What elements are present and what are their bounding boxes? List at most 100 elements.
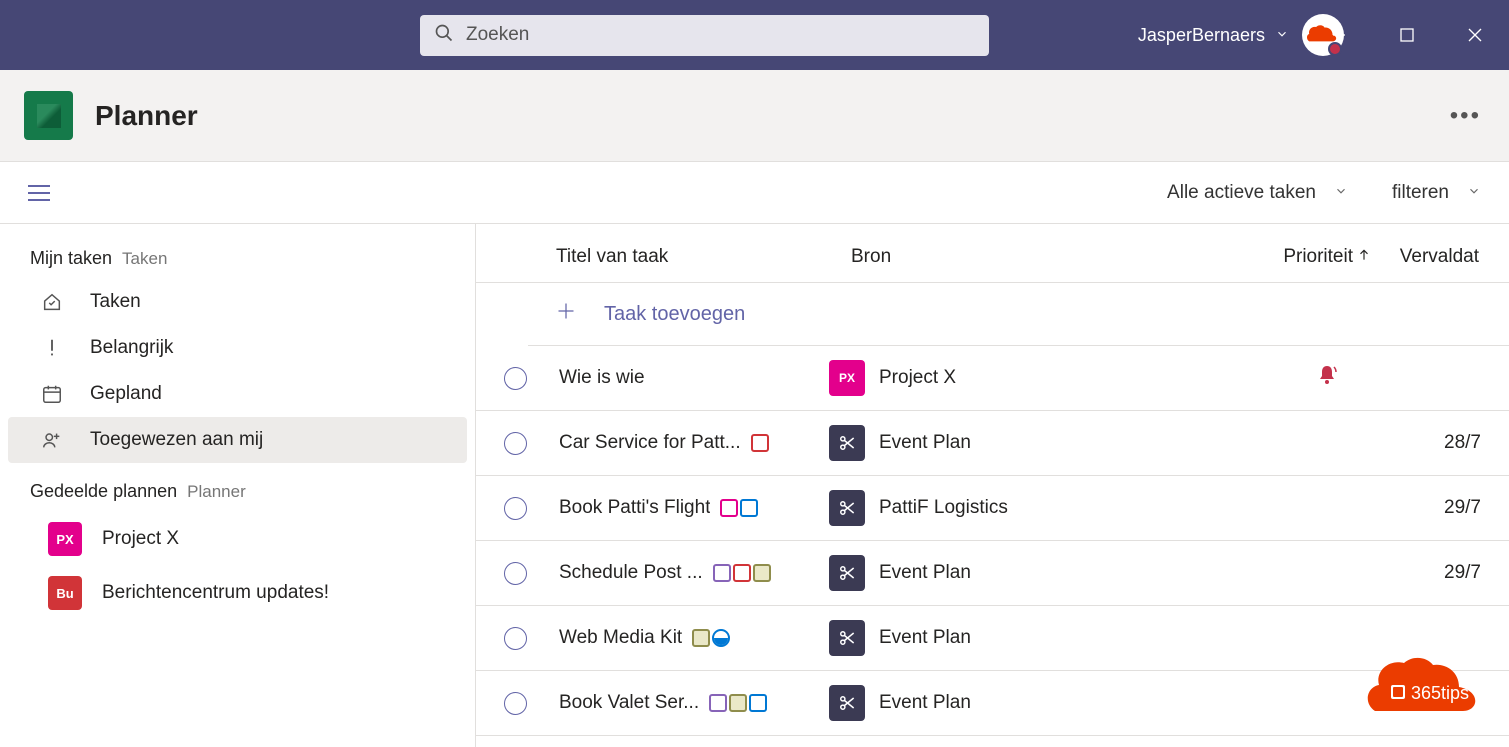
source-name: Event Plan (879, 562, 971, 584)
task-row[interactable]: Book Patti's FlightPattiF Logistics29/7 (476, 476, 1509, 541)
sidebar-item-assigned[interactable]: Toegewezen aan mij (8, 417, 467, 463)
task-title: Schedule Post ... (559, 562, 703, 584)
hamburger-button[interactable] (28, 185, 50, 201)
task-source-cell: Event Plan (829, 425, 1209, 461)
window-controls (1305, 0, 1509, 70)
col-priority-label: Prioriteit (1283, 246, 1353, 268)
complete-toggle[interactable] (504, 692, 527, 715)
source-badge (829, 685, 865, 721)
category-tag (692, 629, 710, 647)
dropdown-label: Alle actieve taken (1167, 182, 1316, 204)
more-button[interactable]: ••• (1450, 102, 1481, 130)
task-row[interactable]: Book Valet Ser... Event Plan (476, 671, 1509, 736)
section-subtitle: Taken (122, 249, 167, 269)
sidebar-item-label: Toegewezen aan mij (90, 429, 263, 451)
source-badge (829, 490, 865, 526)
task-source-cell: Event Plan (829, 555, 1209, 591)
plan-item-project-x[interactable]: PX Project X (8, 512, 467, 566)
add-task-label: Taak toevoegen (604, 303, 745, 326)
task-row[interactable]: Car Service for Patt...Event Plan28/7 (476, 411, 1509, 476)
task-source-cell: PattiF Logistics (829, 490, 1209, 526)
filter-dropdown[interactable]: filteren (1392, 182, 1481, 204)
important-icon (40, 337, 64, 359)
task-tags (692, 629, 730, 647)
category-tag (720, 499, 738, 517)
search-icon (434, 23, 454, 48)
app-title: Planner (95, 100, 198, 132)
user-menu[interactable]: JasperBernaers (1138, 25, 1289, 46)
task-tags (713, 564, 771, 582)
task-tags (751, 434, 769, 452)
chevron-down-icon (1467, 182, 1481, 204)
sidebar-item-label: Belangrijk (90, 337, 173, 359)
task-row[interactable]: Schedule Post ...Event Plan29/7 (476, 541, 1509, 606)
minimize-button[interactable] (1305, 0, 1373, 70)
user-name: JasperBernaers (1138, 25, 1265, 46)
search-box[interactable] (420, 15, 989, 56)
task-priority-cell (1209, 363, 1339, 393)
source-name: Event Plan (879, 432, 971, 454)
plan-label: Berichtencentrum updates! (102, 582, 329, 604)
category-tag (740, 499, 758, 517)
task-header-row: Titel van taak Bron Prioriteit Vervaldat (476, 224, 1509, 283)
source-badge (829, 620, 865, 656)
planner-app-icon (24, 91, 73, 140)
task-row[interactable]: Web Media Kit Event Plan (476, 606, 1509, 671)
task-title-cell: Book Patti's Flight (559, 497, 829, 519)
complete-toggle[interactable] (504, 562, 527, 585)
col-due[interactable]: Vervaldat (1371, 246, 1509, 268)
search-input[interactable] (466, 24, 975, 46)
active-tasks-dropdown[interactable]: Alle actieve taken (1167, 182, 1348, 204)
task-title: Web Media Kit (559, 627, 682, 649)
col-priority[interactable]: Prioriteit (1231, 246, 1371, 268)
task-row[interactable]: Order Patti Smoot...PattiF Logistics27/8 (476, 736, 1509, 747)
plan-item-berichtencentrum[interactable]: Bu Berichtencentrum updates! (8, 566, 467, 620)
plan-badge: Bu (48, 576, 82, 610)
brand-badge: 365tips (1359, 655, 1489, 733)
complete-toggle[interactable] (504, 627, 527, 650)
sidebar-item-planned[interactable]: Gepland (8, 371, 467, 417)
close-button[interactable] (1441, 0, 1509, 70)
task-title: Book Valet Ser... (559, 692, 699, 714)
source-badge: PX (829, 360, 865, 396)
complete-toggle[interactable] (504, 367, 527, 390)
col-source[interactable]: Bron (851, 246, 1231, 268)
task-title-cell: Book Valet Ser... (559, 692, 829, 714)
category-tag (709, 694, 727, 712)
col-title[interactable]: Titel van taak (556, 246, 851, 268)
task-due-cell: 28/7 (1339, 432, 1509, 454)
main-panel: Titel van taak Bron Prioriteit Vervaldat… (476, 224, 1509, 747)
category-tag (729, 694, 747, 712)
task-title-cell: Web Media Kit (559, 627, 829, 649)
task-source-cell: Event Plan (829, 620, 1209, 656)
complete-toggle[interactable] (504, 497, 527, 520)
sidebar-item-label: Gepland (90, 383, 162, 405)
sidebar-item-important[interactable]: Belangrijk (8, 325, 467, 371)
source-name: Event Plan (879, 692, 971, 714)
section-my-tasks: Mijn taken Taken (8, 248, 467, 279)
source-name: PattiF Logistics (879, 497, 1008, 519)
sidebar-item-tasks[interactable]: Taken (8, 279, 467, 325)
task-source-cell: PXProject X (829, 360, 1209, 396)
section-shared-plans: Gedeelde plannen Planner (8, 481, 467, 512)
task-tags (709, 694, 767, 712)
sidebar: Mijn taken Taken Taken Belangrijk Geplan… (0, 224, 476, 747)
urgent-icon (1315, 363, 1339, 393)
sort-asc-icon (1357, 246, 1371, 268)
toolbar: Alle actieve taken filteren (0, 162, 1509, 224)
maximize-button[interactable] (1373, 0, 1441, 70)
add-task-row[interactable]: Taak toevoegen (528, 283, 1509, 346)
task-source-cell: Event Plan (829, 685, 1209, 721)
task-row[interactable]: Wie is wiePXProject X (476, 346, 1509, 411)
calendar-icon (40, 383, 64, 405)
content: Mijn taken Taken Taken Belangrijk Geplan… (0, 224, 1509, 747)
category-tag (733, 564, 751, 582)
titlebar: JasperBernaers (0, 0, 1509, 70)
complete-toggle[interactable] (504, 432, 527, 455)
section-title: Mijn taken (30, 248, 112, 269)
plan-label: Project X (102, 528, 179, 550)
category-tag (751, 434, 769, 452)
category-tag (749, 694, 767, 712)
task-title: Book Patti's Flight (559, 497, 710, 519)
source-badge (829, 555, 865, 591)
